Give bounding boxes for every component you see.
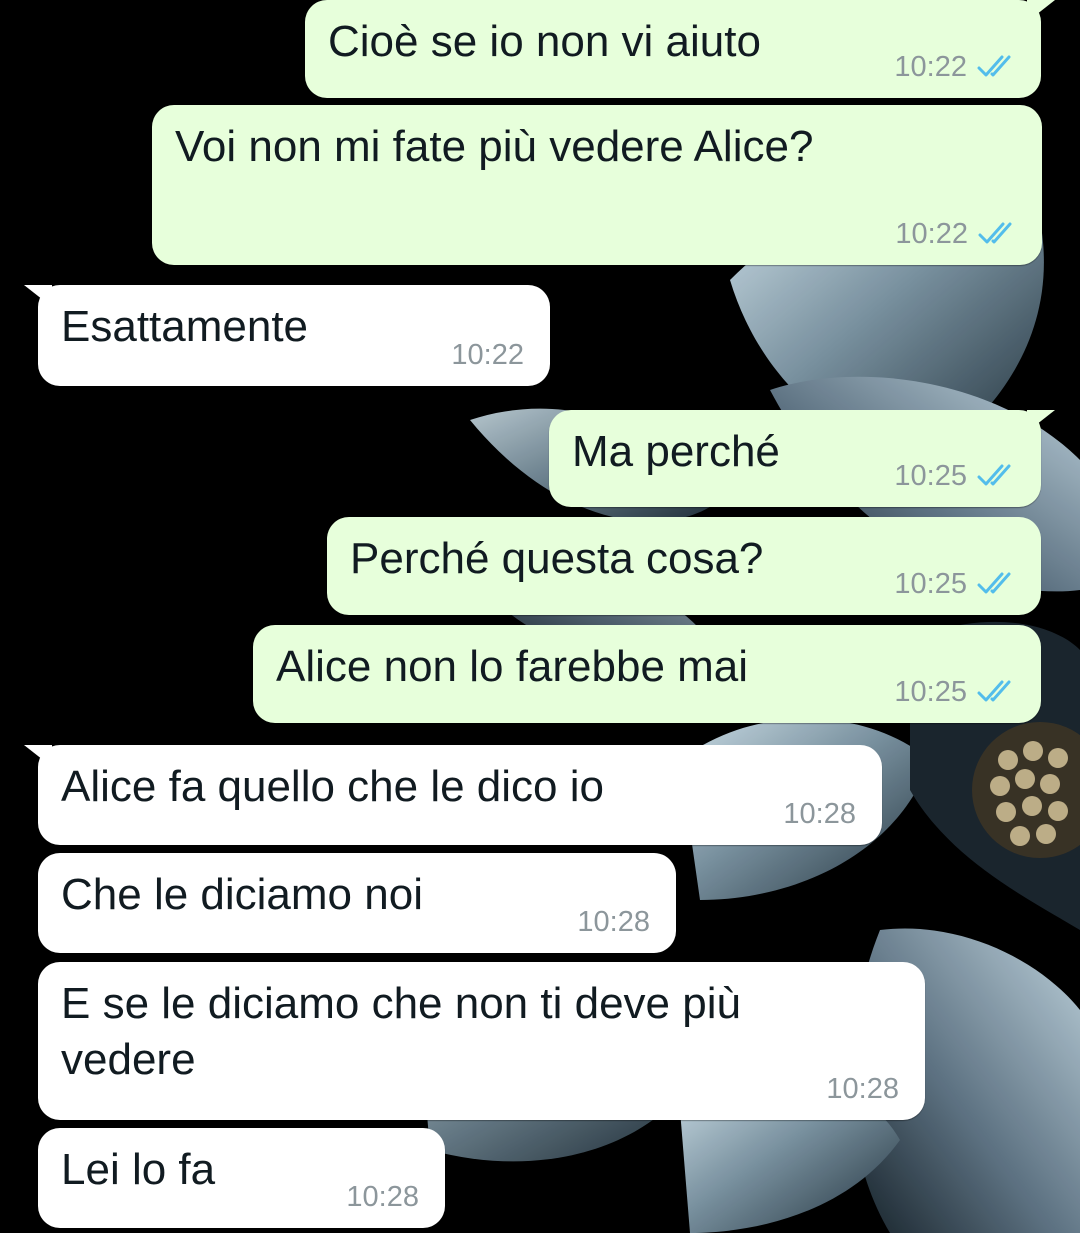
message-text: Esattamente xyxy=(61,302,309,351)
message-text: Perché questa cosa? xyxy=(350,534,764,583)
message-timestamp: 10:28 xyxy=(577,906,650,938)
incoming-message-bubble[interactable]: E se le diciamo che non ti deve più vede… xyxy=(38,962,925,1120)
message-text: Ma perché xyxy=(572,427,780,476)
double-check-icon xyxy=(977,464,1011,486)
message-timestamp: 10:22 xyxy=(895,218,968,250)
outgoing-message-bubble[interactable]: Alice non lo farebbe mai 10:25 xyxy=(253,625,1041,723)
message-timestamp: 10:22 xyxy=(894,51,967,83)
outgoing-message-bubble[interactable]: Ma perché 10:25 xyxy=(549,410,1055,507)
outgoing-message-bubble[interactable]: Cioè se io non vi aiuto 10:22 xyxy=(305,0,1055,98)
incoming-message-bubble[interactable]: Lei lo fa 10:28 xyxy=(38,1128,445,1228)
incoming-message-bubble[interactable]: Che le diciamo noi 10:28 xyxy=(38,853,676,953)
message-text: E se le diciamo che non ti deve più vede… xyxy=(61,979,741,1084)
message-timestamp: 10:25 xyxy=(894,568,967,600)
message-text: Voi non mi fate più vedere Alice? xyxy=(175,122,814,171)
message-text: Alice fa quello che le dico io xyxy=(61,762,604,811)
outgoing-message-bubble[interactable]: Perché questa cosa? 10:25 xyxy=(327,517,1041,615)
double-check-icon xyxy=(977,572,1011,594)
message-timestamp: 10:28 xyxy=(783,798,856,830)
double-check-icon xyxy=(977,680,1011,702)
message-text: Lei lo fa xyxy=(61,1145,216,1194)
double-check-icon xyxy=(977,55,1011,77)
message-timestamp: 10:28 xyxy=(346,1181,419,1213)
message-timestamp: 10:28 xyxy=(826,1073,899,1105)
double-check-icon xyxy=(978,222,1012,244)
message-text: Cioè se io non vi aiuto xyxy=(328,17,761,66)
message-timestamp: 10:22 xyxy=(451,339,524,371)
message-timestamp: 10:25 xyxy=(894,676,967,708)
message-text: Che le diciamo noi xyxy=(61,870,423,919)
incoming-message-bubble[interactable]: Alice fa quello che le dico io 10:28 xyxy=(24,745,882,845)
incoming-message-bubble[interactable]: Esattamente 10:22 xyxy=(24,285,550,386)
message-timestamp: 10:25 xyxy=(894,460,967,492)
message-text: Alice non lo farebbe mai xyxy=(276,642,749,691)
outgoing-message-bubble[interactable]: Voi non mi fate più vedere Alice? 10:22 xyxy=(152,105,1042,265)
